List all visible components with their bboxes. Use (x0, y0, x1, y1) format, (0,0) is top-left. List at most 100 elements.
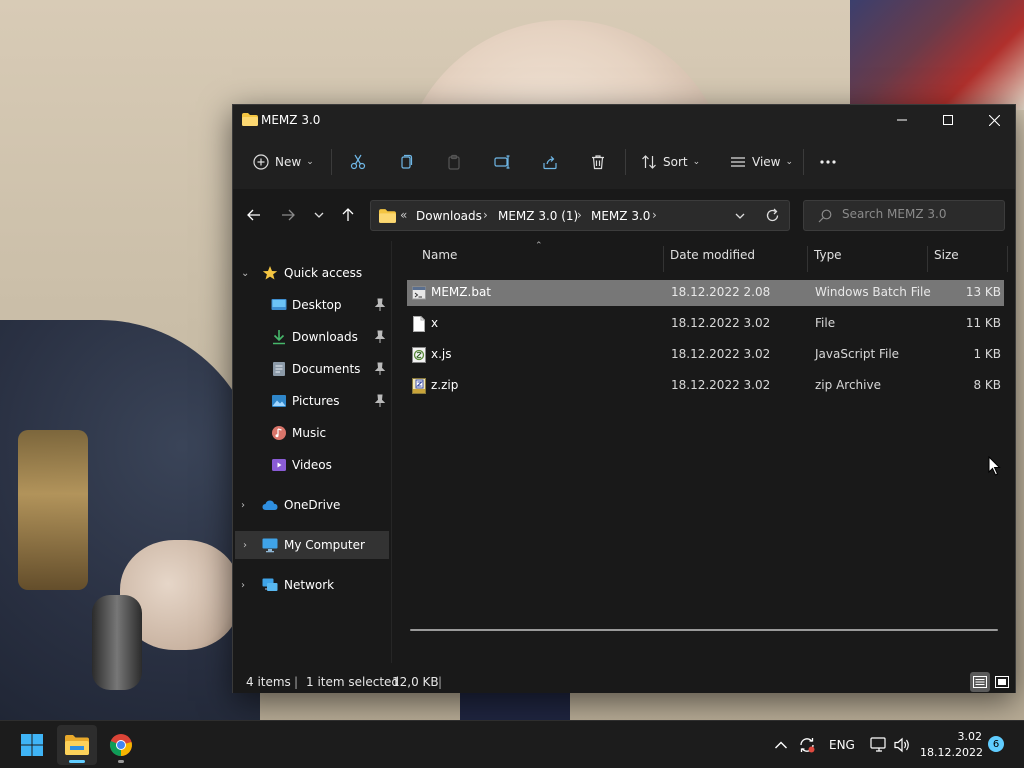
breadcrumb-memz-1[interactable]: MEMZ 3.0 (1) (498, 209, 578, 223)
paste-button[interactable] (446, 148, 462, 176)
new-button[interactable]: New ⌄ (253, 148, 314, 176)
notification-badge[interactable]: 6 (988, 736, 1004, 752)
clipboard-icon (448, 154, 460, 170)
delete-button[interactable] (590, 148, 606, 176)
up-button[interactable] (336, 204, 360, 226)
column-header-name[interactable]: Name (422, 248, 457, 272)
breadcrumb-downloads[interactable]: Downloads (416, 209, 482, 223)
expand-chevron-right-icon[interactable]: › (243, 540, 247, 551)
pin-icon[interactable] (374, 362, 386, 376)
details-view-icon (973, 676, 987, 688)
start-button[interactable] (12, 725, 52, 765)
nav-pictures[interactable]: Pictures (233, 387, 391, 415)
file-date: 18.12.2022 3.02 (671, 347, 771, 361)
breadcrumb-chevron-icon: › (483, 208, 488, 222)
nav-documents[interactable]: Documents (233, 355, 391, 383)
share-button[interactable] (542, 148, 558, 176)
file-row-x-js[interactable]: x.js 18.12.2022 3.02 JavaScript File 1 K… (407, 342, 1004, 368)
breadcrumb-overflow[interactable]: « (400, 208, 407, 222)
arrow-left-icon (247, 209, 260, 221)
pin-icon[interactable] (374, 394, 386, 408)
chevron-down-icon: ⌄ (306, 157, 314, 167)
file-name: x (431, 316, 439, 330)
column-header-date[interactable]: Date modified (670, 248, 755, 272)
see-more-button[interactable] (819, 148, 837, 176)
document-icon (273, 362, 285, 376)
details-view-button[interactable] (970, 672, 990, 692)
running-indicator (69, 760, 85, 763)
network-icon (262, 578, 278, 591)
copy-icon (401, 154, 413, 169)
back-button[interactable] (242, 204, 266, 226)
search-icon (818, 209, 832, 223)
blank-file-icon (413, 316, 425, 332)
nav-my-computer[interactable]: › My Computer (235, 531, 389, 559)
network-tray-button[interactable] (870, 721, 888, 768)
column-divider[interactable] (927, 246, 928, 272)
chevron-down-icon: ⌄ (692, 157, 701, 167)
search-input[interactable] (842, 207, 992, 221)
clock[interactable]: 3.02 18.12.2022 (920, 729, 983, 761)
file-row-z-zip[interactable]: z.zip 18.12.2022 3.02 zip Archive 8 KB (407, 373, 1004, 399)
view-lines-icon (731, 157, 745, 167)
nav-label: Videos (292, 458, 332, 472)
pin-icon[interactable] (374, 298, 386, 312)
sync-tray-button[interactable] (798, 721, 816, 768)
file-size: 11 KB (965, 316, 1001, 330)
expand-chevron-down-icon[interactable]: ⌄ (241, 268, 249, 279)
forward-button[interactable] (276, 204, 300, 226)
nav-label: OneDrive (284, 498, 341, 512)
sort-button[interactable]: Sort ⌄ (641, 148, 700, 176)
tiles-view-button[interactable] (992, 672, 1012, 692)
nav-quick-access[interactable]: ⌄ Quick access (233, 259, 391, 287)
search-box[interactable] (803, 200, 1005, 231)
column-divider[interactable] (807, 246, 808, 272)
nav-downloads[interactable]: Downloads (233, 323, 391, 351)
taskbar-file-explorer[interactable] (57, 725, 97, 765)
cut-button[interactable] (350, 148, 366, 176)
column-header-size[interactable]: Size (934, 248, 959, 272)
expand-chevron-right-icon[interactable]: › (241, 580, 245, 591)
new-label: New (275, 155, 302, 169)
address-bar[interactable]: « Downloads › MEMZ 3.0 (1) › MEMZ 3.0 › (370, 200, 790, 231)
rename-button[interactable] (494, 148, 512, 176)
view-label: View (752, 155, 781, 169)
clock-time: 3.02 (957, 730, 983, 743)
nav-videos[interactable]: Videos (233, 451, 391, 479)
taskbar-chrome[interactable] (101, 725, 141, 765)
refresh-icon[interactable] (765, 208, 780, 223)
windows-logo-icon (21, 734, 43, 756)
nav-onedrive[interactable]: › OneDrive (233, 491, 391, 519)
title-bar[interactable]: MEMZ 3.0 (233, 105, 1015, 135)
nav-network[interactable]: › Network (233, 571, 391, 599)
file-row-x[interactable]: x 18.12.2022 3.02 File 11 KB (407, 311, 1004, 337)
breadcrumb-memz[interactable]: MEMZ 3.0 (591, 209, 650, 223)
recent-locations-button[interactable] (307, 204, 331, 226)
navigation-pane: ⌄ Quick access Desktop Downloads Documen… (233, 241, 391, 663)
maximize-button[interactable] (925, 105, 971, 135)
pin-icon[interactable] (374, 330, 386, 344)
taskbar: ENG 3.02 18.12.2022 (0, 720, 1024, 768)
close-button[interactable] (971, 105, 1017, 135)
column-divider[interactable] (1007, 246, 1008, 272)
address-history-chevron-icon[interactable] (735, 213, 745, 219)
view-button[interactable]: View ⌄ (730, 148, 793, 176)
volume-tray-button[interactable] (893, 721, 911, 768)
file-row-memz-bat[interactable]: MEMZ.bat 18.12.2022 2.08 Windows Batch F… (407, 280, 1004, 306)
column-divider[interactable] (663, 246, 664, 272)
nav-music[interactable]: Music (233, 419, 391, 447)
nav-label: Desktop (292, 298, 342, 312)
show-hidden-icons-button[interactable] (774, 721, 788, 768)
nav-label: Quick access (284, 266, 363, 280)
file-type: Windows Batch File (815, 285, 931, 299)
input-language-button[interactable]: ENG (829, 721, 855, 768)
expand-chevron-right-icon[interactable]: › (241, 500, 245, 511)
column-header-type[interactable]: Type (814, 248, 842, 272)
copy-button[interactable] (398, 148, 414, 176)
minimize-button[interactable] (879, 105, 925, 135)
plus-circle-icon (253, 154, 269, 170)
rename-icon (494, 155, 510, 169)
nav-desktop[interactable]: Desktop (233, 291, 391, 319)
horizontal-scrollbar[interactable] (410, 629, 998, 631)
sort-ascending-icon: ⌃ (535, 241, 543, 251)
